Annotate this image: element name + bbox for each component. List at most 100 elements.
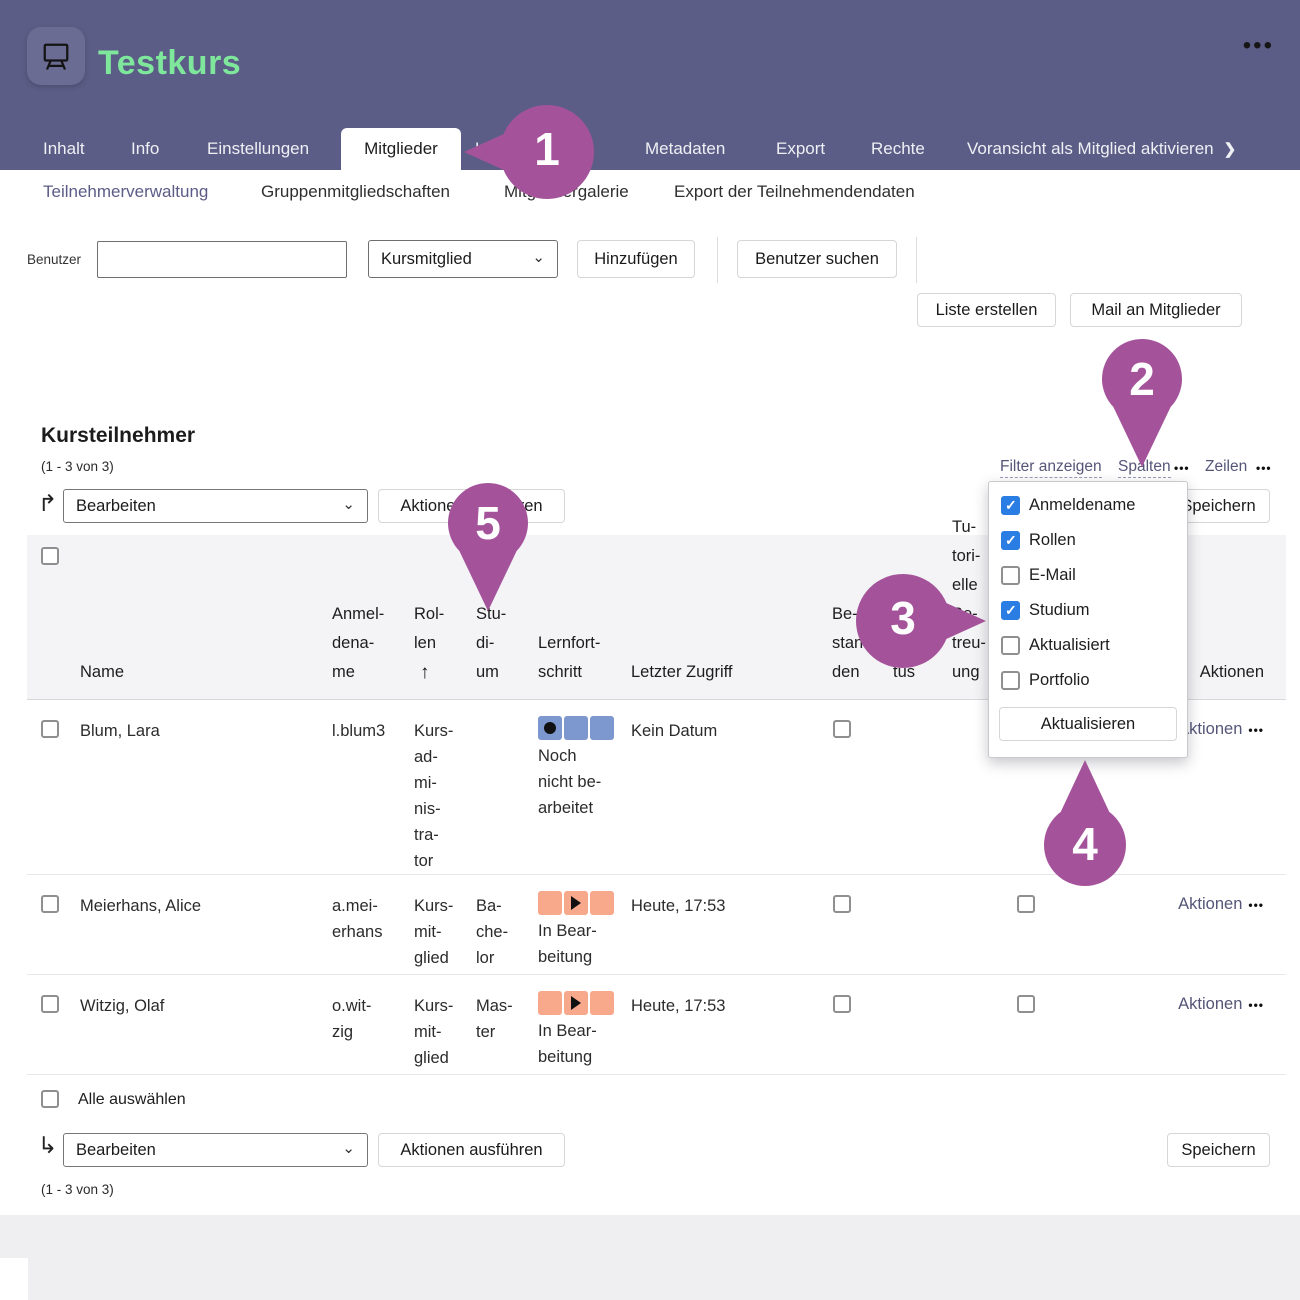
divider bbox=[717, 237, 718, 283]
menu-item-anmeldename[interactable]: Anmeldename bbox=[1001, 496, 1135, 515]
annotation-marker-3: 3 bbox=[856, 574, 986, 668]
role-select[interactable]: Kursmitglied ⌄ bbox=[368, 240, 558, 278]
menu-item-label: E-Mail bbox=[1029, 566, 1076, 585]
user-field-label: Benutzer bbox=[27, 252, 81, 267]
progress-step-icon bbox=[538, 891, 562, 915]
chevron-down-icon: ⌄ bbox=[532, 248, 545, 266]
passed-checkbox[interactable] bbox=[833, 720, 851, 738]
tab-mitglieder-active[interactable]: Mitglieder bbox=[341, 128, 461, 170]
tab-rechte[interactable]: Rechte bbox=[871, 139, 925, 159]
create-list-button[interactable]: Liste erstellen bbox=[917, 293, 1056, 327]
select-all-checkbox[interactable] bbox=[41, 1090, 59, 1108]
row-select-checkbox[interactable] bbox=[41, 895, 59, 913]
preview-as-member-link[interactable]: Voransicht als Mitglied aktivieren ❯ bbox=[967, 139, 1236, 159]
batch-select-value: Bearbeiten bbox=[76, 497, 156, 516]
batch-action-select-top[interactable]: Bearbeiten ⌄ bbox=[63, 489, 368, 523]
menu-item-email[interactable]: E-Mail bbox=[1001, 566, 1076, 585]
col-header-lernfortschritt[interactable]: Lernfort- schritt bbox=[538, 629, 600, 687]
progress-step-icon bbox=[538, 716, 562, 740]
tutoring-checkbox[interactable] bbox=[1017, 995, 1035, 1013]
show-filter-link[interactable]: Filter anzeigen bbox=[1000, 458, 1102, 478]
in-progress-play-icon bbox=[571, 896, 581, 910]
footer-notch bbox=[0, 1258, 28, 1300]
marker-number: 3 bbox=[856, 591, 950, 645]
more-options-icon[interactable]: ••• bbox=[1243, 32, 1274, 60]
checkbox[interactable] bbox=[1001, 636, 1020, 655]
tab-export[interactable]: Export bbox=[776, 139, 825, 159]
row-select-checkbox[interactable] bbox=[41, 720, 59, 738]
member-role: Kurs- mit- glied bbox=[414, 993, 453, 1071]
batch-action-select-bottom[interactable]: Bearbeiten ⌄ bbox=[63, 1133, 368, 1167]
progress-label: Noch nicht be- arbeitet bbox=[538, 743, 628, 821]
passed-checkbox[interactable] bbox=[833, 995, 851, 1013]
member-name: Blum, Lara bbox=[80, 718, 160, 744]
preview-label: Voransicht als Mitglied aktivieren bbox=[967, 139, 1214, 159]
tab-inhalt[interactable]: Inhalt bbox=[43, 139, 85, 159]
col-header-letzter-zugriff[interactable]: Letzter Zugriff bbox=[631, 658, 733, 687]
menu-item-studium[interactable]: Studium bbox=[1001, 601, 1090, 620]
user-search-input[interactable] bbox=[97, 241, 347, 278]
passed-checkbox[interactable] bbox=[833, 895, 851, 913]
chevron-down-icon: ⌄ bbox=[342, 1139, 355, 1157]
row-actions-link[interactable]: Aktionen••• bbox=[1178, 895, 1264, 914]
menu-item-label: Anmeldename bbox=[1029, 496, 1135, 515]
last-access: Kein Datum bbox=[631, 718, 717, 744]
member-studium: Mas- ter bbox=[476, 993, 513, 1045]
checkbox[interactable] bbox=[1001, 671, 1020, 690]
progress-step-icon bbox=[590, 991, 614, 1015]
save-button-bottom[interactable]: Speichern bbox=[1167, 1133, 1270, 1167]
rows-more-icon[interactable]: ••• bbox=[1256, 461, 1272, 475]
course-title: Testkurs bbox=[98, 44, 241, 83]
member-role: Kurs- ad- mi- nis- tra- tor bbox=[414, 718, 453, 874]
progress-step-icon bbox=[590, 891, 614, 915]
last-access: Heute, 17:53 bbox=[631, 993, 726, 1019]
annotation-marker-4: 4 bbox=[1044, 760, 1126, 886]
rows-link[interactable]: Zeilen bbox=[1205, 458, 1247, 476]
section-title: Kursteilnehmer bbox=[41, 424, 195, 448]
menu-item-label: Studium bbox=[1029, 601, 1090, 620]
subnav-teilnehmerverwaltung[interactable]: Teilnehmerverwaltung bbox=[43, 182, 208, 202]
subnav-gruppenmitgliedschaften[interactable]: Gruppenmitgliedschaften bbox=[261, 182, 450, 202]
search-users-button[interactable]: Benutzer suchen bbox=[737, 240, 897, 278]
menu-item-label: Aktualisiert bbox=[1029, 636, 1110, 655]
checkbox[interactable] bbox=[1001, 531, 1020, 550]
menu-item-label: Rollen bbox=[1029, 531, 1076, 550]
select-all-label: Alle auswählen bbox=[78, 1091, 186, 1109]
tab-info[interactable]: Info bbox=[131, 139, 159, 159]
row-select-checkbox[interactable] bbox=[41, 995, 59, 1013]
row-actions-link[interactable]: Aktionen••• bbox=[1178, 720, 1264, 739]
member-login: a.mei- erhans bbox=[332, 893, 382, 945]
checkbox[interactable] bbox=[1001, 496, 1020, 515]
member-name: Witzig, Olaf bbox=[80, 993, 164, 1019]
menu-item-portfolio[interactable]: Portfolio bbox=[1001, 671, 1090, 690]
col-header-aktionen: Aktionen bbox=[1200, 658, 1264, 687]
learning-progress-indicator: Noch nicht be- arbeitet bbox=[538, 716, 628, 821]
tab-einstellungen[interactable]: Einstellungen bbox=[207, 139, 309, 159]
progress-step-icon bbox=[564, 991, 588, 1015]
chevron-down-icon: ⌄ bbox=[342, 495, 355, 513]
col-header-name[interactable]: Name bbox=[80, 658, 124, 687]
row-actions-link[interactable]: Aktionen••• bbox=[1178, 995, 1264, 1014]
menu-item-aktualisiert[interactable]: Aktualisiert bbox=[1001, 636, 1110, 655]
sort-ascending-icon[interactable]: ↑ bbox=[420, 658, 430, 687]
tutoring-checkbox[interactable] bbox=[1017, 895, 1035, 913]
menu-item-rollen[interactable]: Rollen bbox=[1001, 531, 1076, 550]
checkbox[interactable] bbox=[1001, 601, 1020, 620]
progress-step-icon bbox=[538, 991, 562, 1015]
checkbox[interactable] bbox=[1001, 566, 1020, 585]
subnav-export-teilnehmendendaten[interactable]: Export der Teilnehmendendaten bbox=[674, 182, 915, 202]
marker-number: 5 bbox=[448, 496, 528, 550]
tab-metadaten[interactable]: Metadaten bbox=[645, 139, 725, 159]
col-header-rollen[interactable]: Rol- len bbox=[414, 600, 444, 658]
member-login: o.wit- zig bbox=[332, 993, 371, 1045]
col-header-anmeldename[interactable]: Anmel- dena- me bbox=[332, 600, 384, 687]
add-button[interactable]: Hinzufügen bbox=[577, 240, 695, 278]
update-columns-button[interactable]: Aktualisieren bbox=[999, 707, 1177, 741]
member-login: l.blum3 bbox=[332, 718, 385, 744]
select-all-header-checkbox[interactable] bbox=[41, 547, 59, 565]
batch-select-value: Bearbeiten bbox=[76, 1141, 156, 1160]
col-header-studium[interactable]: Stu- di- um bbox=[476, 600, 506, 687]
progress-label: In Bear- beitung bbox=[538, 918, 628, 970]
mail-members-button[interactable]: Mail an Mitglieder bbox=[1070, 293, 1242, 327]
execute-actions-button-bottom[interactable]: Aktionen ausführen bbox=[378, 1133, 565, 1167]
